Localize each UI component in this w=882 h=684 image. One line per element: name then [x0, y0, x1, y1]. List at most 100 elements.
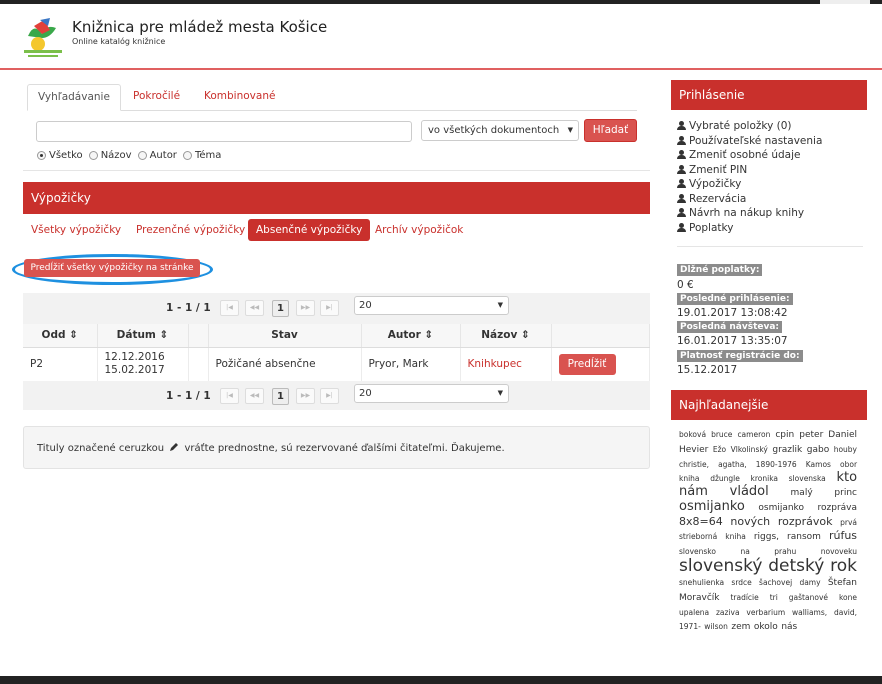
- tag-link[interactable]: kronika: [751, 474, 779, 483]
- tag-link[interactable]: 8x8=64: [679, 515, 723, 528]
- next-page-icon[interactable]: ▶▶: [296, 388, 315, 404]
- tag-link[interactable]: rozprávok: [778, 515, 833, 528]
- col-date[interactable]: Dátum ⇕: [97, 324, 189, 348]
- search-button[interactable]: Hľadať: [584, 119, 637, 142]
- tag-link[interactable]: obor: [840, 460, 857, 469]
- tag-link[interactable]: peter: [799, 430, 823, 440]
- tag-link[interactable]: bruce: [711, 430, 732, 439]
- tag-link[interactable]: damy: [799, 578, 820, 587]
- radio-topic-dot[interactable]: [182, 151, 192, 160]
- subtab-all-loans[interactable]: Všetky výpožičky: [31, 219, 121, 241]
- tag-link[interactable]: rok: [830, 556, 857, 576]
- tag-link[interactable]: strieborná: [679, 532, 717, 541]
- tag-link[interactable]: okolo: [754, 622, 778, 632]
- first-page-icon[interactable]: |◀: [220, 388, 239, 404]
- tag-link[interactable]: malý: [791, 488, 813, 498]
- tag-link[interactable]: kniha: [725, 532, 746, 541]
- tag-link[interactable]: 1890-1976: [756, 460, 797, 469]
- col-dept[interactable]: Odd ⇕: [23, 324, 98, 348]
- library-logo-icon[interactable]: [20, 14, 66, 60]
- tag-link[interactable]: verbarium: [746, 608, 785, 617]
- tag-link[interactable]: nás: [781, 622, 797, 632]
- tag-link[interactable]: houby: [834, 445, 857, 454]
- tag-link[interactable]: slovensko: [679, 547, 716, 556]
- menu-item-personal-data[interactable]: Zmeniť osobné údaje: [677, 148, 822, 163]
- tag-link[interactable]: zem: [731, 622, 750, 632]
- cell-title-link[interactable]: Knihkupec: [460, 347, 552, 381]
- prev-page-icon[interactable]: ◀◀: [245, 388, 264, 404]
- tab-search[interactable]: Vyhľadávanie: [27, 84, 121, 111]
- renew-all-button[interactable]: Predĺžiť všetky výpožičky na stránke: [24, 259, 200, 277]
- first-page-icon[interactable]: |◀: [220, 300, 239, 316]
- tag-link[interactable]: boková: [679, 430, 706, 439]
- subtab-presence-loans[interactable]: Prezenčné výpožičky: [136, 219, 245, 241]
- tag-link[interactable]: osmijanko: [679, 499, 745, 514]
- tag-link[interactable]: wilson: [704, 622, 728, 631]
- tag-link[interactable]: princ: [834, 488, 857, 498]
- radio-title[interactable]: Názov: [88, 150, 132, 161]
- search-input[interactable]: [36, 121, 412, 142]
- tag-link[interactable]: zaziva: [716, 608, 740, 617]
- tag-link[interactable]: rozpráva: [818, 503, 858, 513]
- tag-link[interactable]: vládol: [730, 484, 769, 499]
- tag-link[interactable]: Kamos: [806, 460, 831, 469]
- tag-link[interactable]: nových: [730, 515, 770, 528]
- tag-link[interactable]: cameron: [737, 430, 770, 439]
- tag-link[interactable]: šachovej: [759, 578, 792, 587]
- tag-link[interactable]: detský: [768, 556, 824, 576]
- tab-combined[interactable]: Kombinované: [194, 84, 285, 111]
- next-page-icon[interactable]: ▶▶: [296, 300, 315, 316]
- tag-link[interactable]: tri: [770, 593, 778, 602]
- tag-link[interactable]: Štefan: [828, 578, 857, 588]
- tag-link[interactable]: riggs,: [754, 532, 779, 542]
- tag-link[interactable]: david,: [834, 608, 857, 617]
- tag-link[interactable]: agatha,: [718, 460, 747, 469]
- radio-all-dot[interactable]: [37, 151, 46, 160]
- tag-link[interactable]: Moravčík: [679, 593, 719, 603]
- site-title[interactable]: Knižnica pre mládež mesta Košice: [72, 18, 327, 36]
- subtab-absence-loans[interactable]: Absenčné výpožičky: [248, 219, 371, 241]
- tag-link[interactable]: 1971-: [679, 622, 701, 631]
- tag-link[interactable]: novoveku: [821, 547, 857, 556]
- tag-link[interactable]: slovenský: [679, 556, 762, 576]
- radio-all[interactable]: Všetko: [37, 150, 83, 161]
- radio-author-dot[interactable]: [137, 151, 147, 160]
- tag-link[interactable]: cpin: [775, 430, 794, 440]
- tag-link[interactable]: rúfus: [829, 529, 857, 542]
- prev-page-icon[interactable]: ◀◀: [245, 300, 264, 316]
- radio-topic[interactable]: Téma: [182, 150, 221, 161]
- col-title[interactable]: Názov ⇕: [460, 324, 552, 348]
- tag-link[interactable]: grazlik: [772, 445, 802, 455]
- tag-link[interactable]: kone: [839, 593, 857, 602]
- tag-link[interactable]: srdce: [731, 578, 751, 587]
- tag-link[interactable]: Daniel: [828, 430, 857, 440]
- page-size-select[interactable]: 20 ▼: [354, 384, 509, 403]
- menu-item-selected[interactable]: Vybraté položky (0): [677, 119, 822, 134]
- renew-button[interactable]: Predĺžiť: [558, 353, 616, 375]
- radio-author[interactable]: Autor: [137, 150, 177, 161]
- menu-item-change-pin[interactable]: Zmeniť PIN: [677, 163, 822, 178]
- tag-link[interactable]: ransom: [787, 532, 821, 542]
- tag-link[interactable]: Vlkolinský: [731, 445, 768, 454]
- menu-item-settings[interactable]: Používateľské nastavenia: [677, 134, 822, 149]
- tag-link[interactable]: gaštanové: [789, 593, 828, 602]
- tag-link[interactable]: prahu: [774, 547, 796, 556]
- menu-item-loans[interactable]: Výpožičky: [677, 177, 822, 192]
- tag-link[interactable]: upalena: [679, 608, 709, 617]
- tag-link[interactable]: kniha: [679, 474, 700, 483]
- col-author[interactable]: Autor ⇕: [361, 324, 461, 348]
- last-page-icon[interactable]: ▶|: [320, 388, 339, 404]
- tag-link[interactable]: kto: [836, 470, 857, 485]
- search-scope-select[interactable]: vo všetkých dokumentoch ▼: [421, 120, 579, 141]
- menu-item-reservation[interactable]: Rezervácia: [677, 192, 822, 207]
- tag-link[interactable]: na: [740, 547, 749, 556]
- page-size-select[interactable]: 20 ▼: [354, 296, 509, 315]
- radio-title-dot[interactable]: [88, 151, 98, 160]
- tag-link[interactable]: Hevier: [679, 445, 708, 455]
- tab-advanced[interactable]: Pokročilé: [123, 84, 190, 111]
- menu-item-fees[interactable]: Poplatky: [677, 221, 822, 236]
- tag-link[interactable]: slovenska: [789, 474, 826, 483]
- tag-link[interactable]: walliams,: [792, 608, 827, 617]
- tag-link[interactable]: džungle: [710, 474, 740, 483]
- tag-link[interactable]: tradície: [730, 593, 758, 602]
